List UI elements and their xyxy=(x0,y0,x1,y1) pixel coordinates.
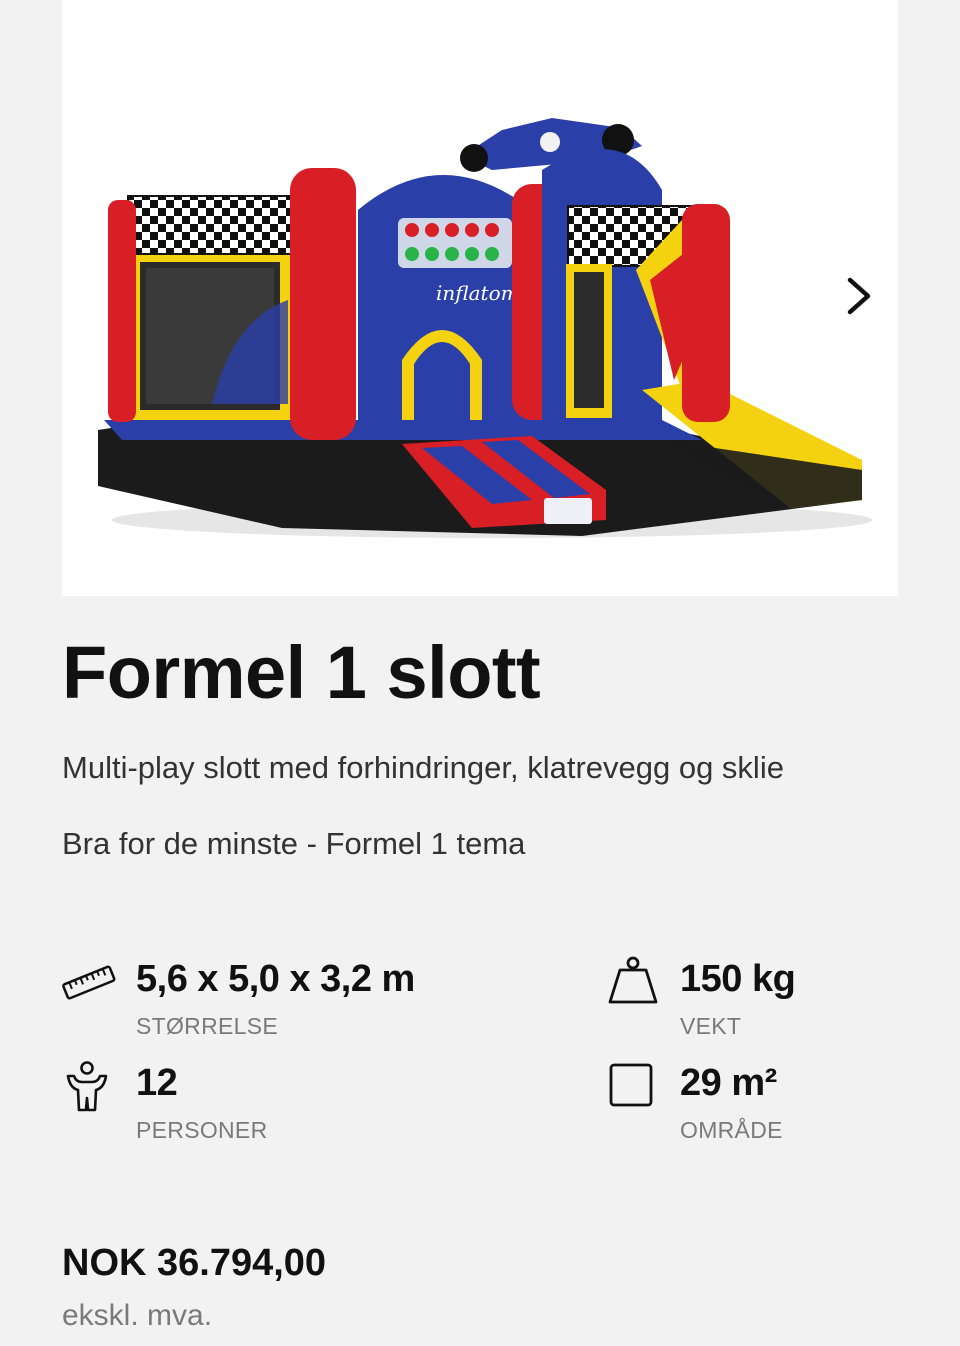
spec-weight-label: VEKT xyxy=(680,1013,742,1039)
chevron-right-icon[interactable] xyxy=(838,268,882,324)
vat-note: ekskl. mva. xyxy=(62,1299,213,1332)
product-image-gallery[interactable]: inflatom xyxy=(62,0,898,596)
person-icon xyxy=(66,1061,108,1112)
spec-size-value: 5,6 x 5,0 x 3,2 m xyxy=(136,958,415,1000)
product-description-line: Multi-play slott med forhindringer, klat… xyxy=(62,750,784,785)
spec-weight: 150 kg VEKT xyxy=(606,956,960,1046)
ruler-icon xyxy=(62,965,116,1000)
product-title: Formel 1 slott xyxy=(62,631,541,714)
spec-size-label: STØRRELSE xyxy=(136,1013,279,1039)
spec-area-value: 29 m² xyxy=(680,1062,777,1104)
spec-people-value: 12 xyxy=(136,1062,178,1104)
spec-people: 12 PERSONER xyxy=(62,1060,442,1150)
product-description-line: Bra for de minste - Formel 1 tema xyxy=(62,826,526,861)
spec-area-label: OMRÅDE xyxy=(680,1117,783,1143)
weight-icon xyxy=(608,956,658,1004)
spec-size: 5,6 x 5,0 x 3,2 m STØRRELSE xyxy=(62,956,442,1046)
spec-area: 29 m² OMRÅDE xyxy=(606,1060,960,1150)
product-image: inflatom xyxy=(98,118,872,538)
spec-weight-value: 150 kg xyxy=(680,958,796,1000)
image-brand-text: inflatom xyxy=(436,281,520,305)
spec-people-label: PERSONER xyxy=(136,1117,268,1143)
product-price: NOK 36.794,00 xyxy=(62,1242,327,1284)
square-icon xyxy=(609,1063,653,1107)
